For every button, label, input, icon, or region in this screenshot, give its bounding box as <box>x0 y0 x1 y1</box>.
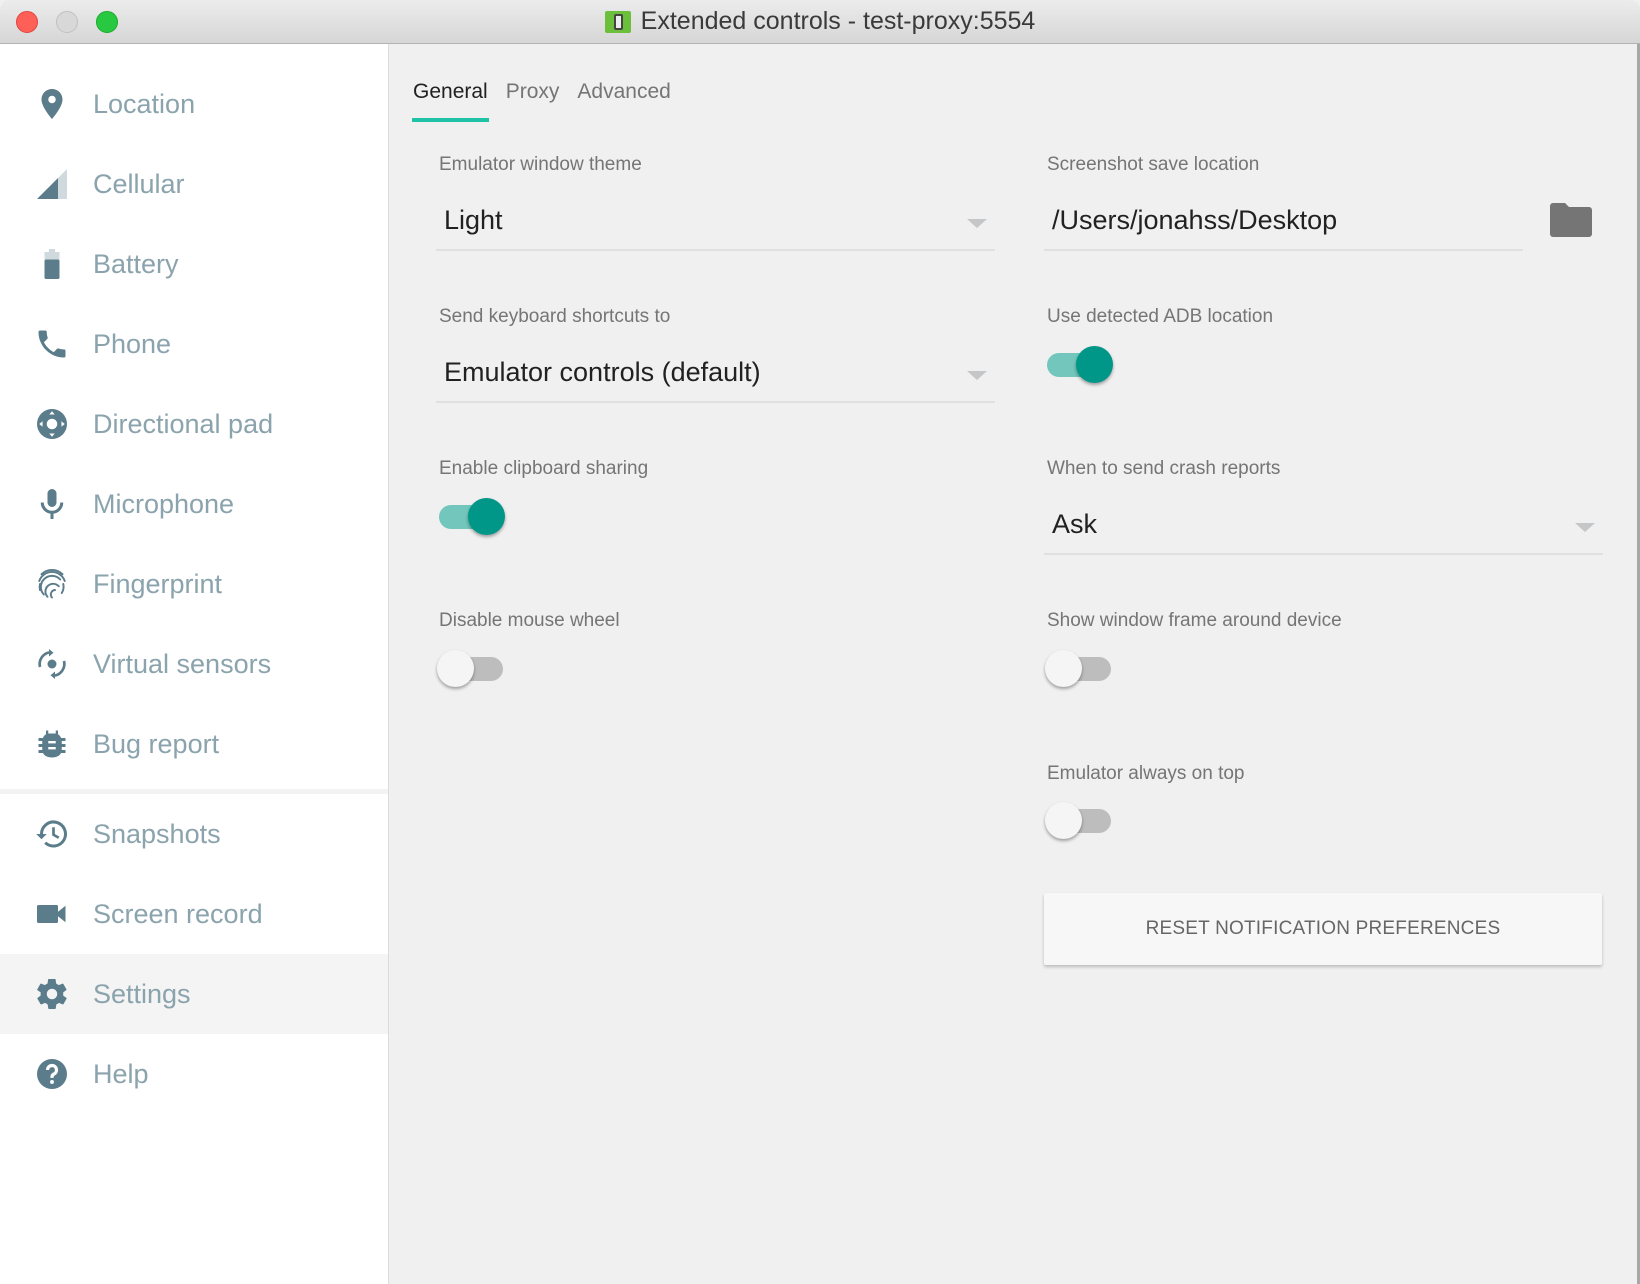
clipboard-sharing-toggle[interactable] <box>437 497 505 537</box>
sidebar-item-screen-record[interactable]: Screen record <box>0 874 388 954</box>
sidebar-item-settings[interactable]: Settings <box>0 954 388 1034</box>
sidebar-item-label: Help <box>93 1058 149 1089</box>
theme-select-value: Light <box>444 205 503 235</box>
sidebar-item-microphone[interactable]: Microphone <box>0 464 388 544</box>
sidebar-item-help[interactable]: Help <box>0 1034 388 1114</box>
clipboard-label: Enable clipboard sharing <box>439 458 649 479</box>
sidebar-item-label: Virtual sensors <box>93 648 272 679</box>
sidebar-item-label: Directional pad <box>93 408 274 439</box>
sidebar: Location Cellular Battery Phone Directio… <box>0 44 389 1284</box>
toggle-thumb <box>1045 802 1082 839</box>
tab-general[interactable]: General <box>412 80 489 122</box>
tab-proxy[interactable]: Proxy <box>506 80 560 122</box>
phone-icon <box>32 324 72 364</box>
location-pin-icon <box>32 84 72 124</box>
sidebar-item-label: Cellular <box>93 168 185 199</box>
title-bar: Extended controls - test-proxy:5554 <box>0 0 1640 44</box>
video-camera-icon <box>32 894 72 934</box>
dropdown-arrow-icon <box>1575 523 1595 532</box>
screenshot-location-value: /Users/jonahss/Desktop <box>1052 205 1338 235</box>
shortcuts-select-value: Emulator controls (default) <box>444 357 761 387</box>
tab-advanced[interactable]: Advanced <box>577 80 670 122</box>
window-title: Extended controls - test-proxy:5554 <box>640 7 1036 35</box>
dropdown-arrow-icon <box>967 219 987 228</box>
sidebar-item-label: Microphone <box>93 488 235 519</box>
sidebar-item-bug-report[interactable]: Bug report <box>0 704 388 784</box>
sidebar-item-battery[interactable]: Battery <box>0 224 388 304</box>
settings-panel: General Proxy Advanced Emulator window t… <box>389 44 1637 1284</box>
sidebar-item-fingerprint[interactable]: Fingerprint <box>0 544 388 624</box>
help-icon <box>32 1054 72 1094</box>
sidebar-item-label: Screen record <box>93 898 263 929</box>
dpad-icon <box>32 404 72 444</box>
adb-location-toggle[interactable] <box>1045 345 1113 385</box>
toggle-thumb <box>1076 346 1113 383</box>
extended-controls-window: Extended controls - test-proxy:5554 Loca… <box>0 0 1640 1284</box>
cellular-signal-icon <box>32 164 72 204</box>
gear-icon <box>32 974 72 1014</box>
toggle-thumb <box>437 650 474 687</box>
adb-label: Use detected ADB location <box>1047 306 1274 327</box>
toggle-thumb <box>1045 650 1082 687</box>
dropdown-arrow-icon <box>967 371 987 380</box>
mouse-wheel-label: Disable mouse wheel <box>439 610 620 631</box>
sidebar-item-directional-pad[interactable]: Directional pad <box>0 384 388 464</box>
sidebar-item-phone[interactable]: Phone <box>0 304 388 384</box>
history-icon <box>32 814 72 854</box>
settings-tabs: General Proxy Advanced <box>412 80 671 122</box>
always-on-top-toggle[interactable] <box>1045 801 1113 841</box>
always-on-top-label: Emulator always on top <box>1047 763 1245 784</box>
shortcuts-label: Send keyboard shortcuts to <box>439 306 671 327</box>
window-title-container: Extended controls - test-proxy:5554 <box>0 0 1640 43</box>
window-frame-toggle[interactable] <box>1045 649 1113 689</box>
bug-icon <box>32 724 72 764</box>
virtual-sensors-icon <box>32 644 72 684</box>
emulator-app-icon <box>604 10 631 33</box>
sidebar-item-label: Bug report <box>93 728 220 759</box>
theme-label: Emulator window theme <box>439 154 642 175</box>
reset-notification-preferences-button[interactable]: RESET NOTIFICATION PREFERENCES <box>1044 893 1602 965</box>
sidebar-item-label: Snapshots <box>93 818 221 849</box>
sidebar-item-location[interactable]: Location <box>0 64 388 144</box>
toggle-thumb <box>468 498 505 535</box>
sidebar-item-label: Settings <box>93 978 191 1009</box>
screenshot-location-field[interactable]: /Users/jonahss/Desktop <box>1044 191 1523 251</box>
fingerprint-icon <box>32 564 72 604</box>
window-frame-label: Show window frame around device <box>1047 610 1342 631</box>
disable-mouse-wheel-toggle[interactable] <box>437 649 505 689</box>
folder-icon[interactable] <box>1550 203 1592 237</box>
sidebar-item-snapshots[interactable]: Snapshots <box>0 794 388 874</box>
battery-icon <box>32 244 72 284</box>
sidebar-item-label: Fingerprint <box>93 568 223 599</box>
screenshot-location-label: Screenshot save location <box>1047 154 1260 175</box>
sidebar-item-label: Location <box>93 88 196 119</box>
microphone-icon <box>32 484 72 524</box>
shortcuts-select[interactable]: Emulator controls (default) <box>436 343 995 403</box>
sidebar-item-label: Phone <box>93 328 172 359</box>
sidebar-item-virtual-sensors[interactable]: Virtual sensors <box>0 624 388 704</box>
sidebar-item-label: Battery <box>93 248 179 279</box>
crash-reports-select-value: Ask <box>1052 509 1098 539</box>
crash-reports-select[interactable]: Ask <box>1044 495 1603 555</box>
sidebar-item-cellular[interactable]: Cellular <box>0 144 388 224</box>
crash-reports-label: When to send crash reports <box>1047 458 1281 479</box>
theme-select[interactable]: Light <box>436 191 995 251</box>
